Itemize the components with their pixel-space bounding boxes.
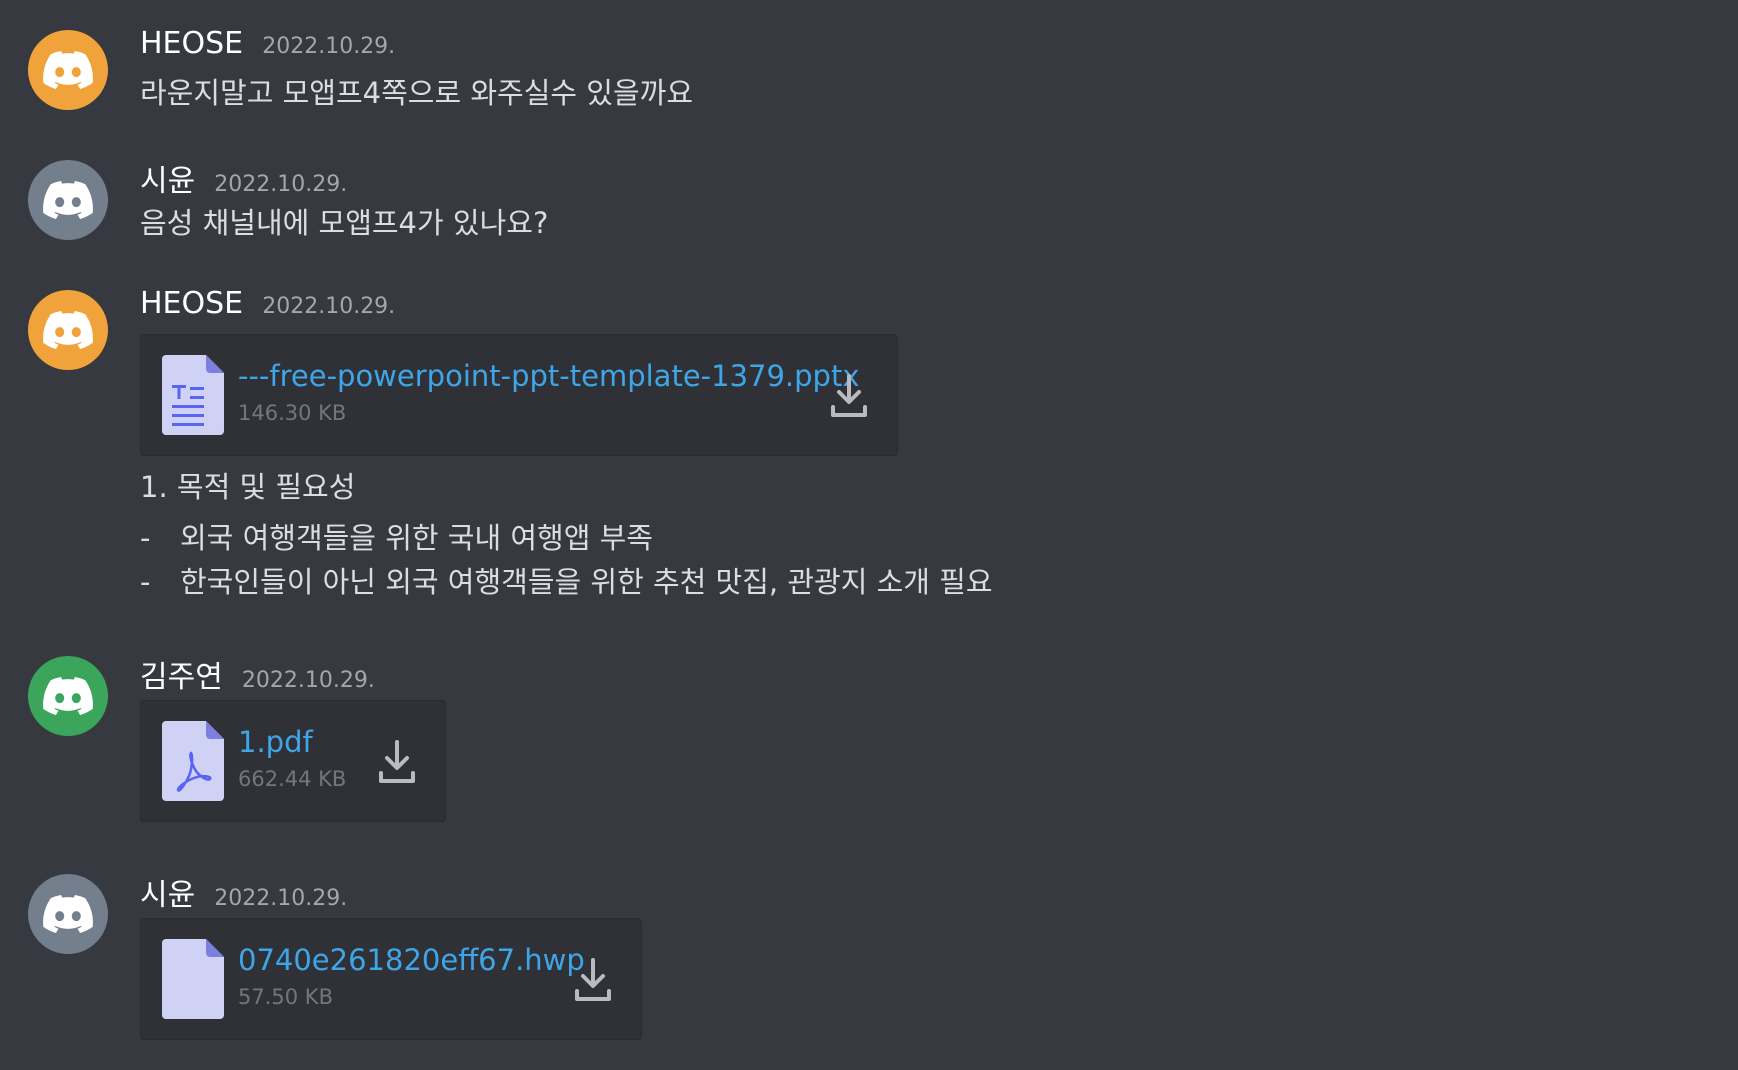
message-text: 음성 채널내에 모앱프4가 있나요? bbox=[140, 206, 549, 240]
list-item: - 한국인들이 아닌 외국 여행객들을 위한 추천 맛집, 관광지 소개 필요 bbox=[140, 559, 993, 601]
discord-logo-icon bbox=[43, 895, 93, 933]
discord-logo-icon bbox=[43, 311, 93, 349]
download-icon[interactable] bbox=[573, 957, 613, 1003]
file-attachment: 1.pdf 662.44 KB bbox=[140, 700, 446, 822]
file-name-link[interactable]: 1.pdf bbox=[238, 725, 313, 759]
message: 시윤 2022.10.29. 음성 채널내에 모앱프4가 있나요? bbox=[0, 130, 1700, 260]
bullet-dash: - bbox=[140, 521, 151, 555]
username[interactable]: HEOSE bbox=[140, 26, 243, 61]
username[interactable]: 시윤 bbox=[140, 878, 195, 913]
file-attachment: 0740e261820eff67.hwp 57.50 KB bbox=[140, 918, 642, 1040]
file-size: 662.44 KB bbox=[238, 767, 347, 791]
message: HEOSE 2022.10.29. ---free-powerpoint-ppt… bbox=[0, 260, 1700, 626]
list-item-text: 한국인들이 아닌 외국 여행객들을 위한 추천 맛집, 관광지 소개 필요 bbox=[180, 565, 993, 599]
list-heading: 1. 목적 및 필요성 bbox=[140, 470, 356, 504]
timestamp: 2022.10.29. bbox=[241, 668, 375, 693]
timestamp: 2022.10.29. bbox=[262, 294, 396, 319]
document-file-icon bbox=[162, 355, 224, 435]
file-name-link[interactable]: 0740e261820eff67.hwp bbox=[238, 943, 585, 977]
list-item-text: 외국 여행객들을 위한 국내 여행앱 부족 bbox=[180, 521, 653, 555]
message: HEOSE 2022.10.29. 라운지말고 모앱프4쪽으로 와주실수 있을까… bbox=[0, 0, 1700, 130]
avatar[interactable] bbox=[28, 656, 108, 736]
timestamp: 2022.10.29. bbox=[214, 886, 348, 911]
pdf-file-icon bbox=[162, 721, 224, 801]
message-header: 시윤 2022.10.29. bbox=[140, 870, 347, 914]
file-size: 146.30 KB bbox=[238, 401, 347, 425]
message-header: HEOSE 2022.10.29. bbox=[140, 286, 395, 321]
list-item: - 외국 여행객들을 위한 국내 여행앱 부족 bbox=[140, 515, 653, 557]
avatar[interactable] bbox=[28, 874, 108, 954]
avatar[interactable] bbox=[28, 160, 108, 240]
download-icon[interactable] bbox=[377, 739, 417, 785]
timestamp: 2022.10.29. bbox=[214, 172, 348, 197]
file-name-link[interactable]: ---free-powerpoint-ppt-template-1379.ppt… bbox=[238, 359, 860, 393]
chat-messages: HEOSE 2022.10.29. 라운지말고 모앱프4쪽으로 와주실수 있을까… bbox=[0, 0, 1738, 1070]
avatar[interactable] bbox=[28, 30, 108, 110]
message: 시윤 2022.10.29. 0740e261820eff67.hwp 57.5… bbox=[0, 844, 1700, 1070]
discord-logo-icon bbox=[43, 51, 93, 89]
download-icon[interactable] bbox=[829, 373, 869, 419]
message-text: 라운지말고 모앱프4쪽으로 와주실수 있을까요 bbox=[140, 76, 694, 110]
file-size: 57.50 KB bbox=[238, 985, 333, 1009]
discord-logo-icon bbox=[43, 677, 93, 715]
username[interactable]: 시윤 bbox=[140, 164, 195, 199]
file-attachment: ---free-powerpoint-ppt-template-1379.ppt… bbox=[140, 334, 898, 456]
message: 김주연 2022.10.29. 1.pdf 662.44 KB bbox=[0, 626, 1700, 844]
message-header: 김주연 2022.10.29. bbox=[140, 652, 375, 696]
bullet-dash: - bbox=[140, 565, 151, 599]
message-header: 시윤 2022.10.29. bbox=[140, 156, 347, 200]
avatar[interactable] bbox=[28, 290, 108, 370]
discord-logo-icon bbox=[43, 181, 93, 219]
username[interactable]: HEOSE bbox=[140, 286, 243, 321]
username[interactable]: 김주연 bbox=[140, 660, 223, 695]
timestamp: 2022.10.29. bbox=[262, 34, 396, 59]
blank-file-icon bbox=[162, 939, 224, 1019]
message-header: HEOSE 2022.10.29. bbox=[140, 26, 395, 61]
